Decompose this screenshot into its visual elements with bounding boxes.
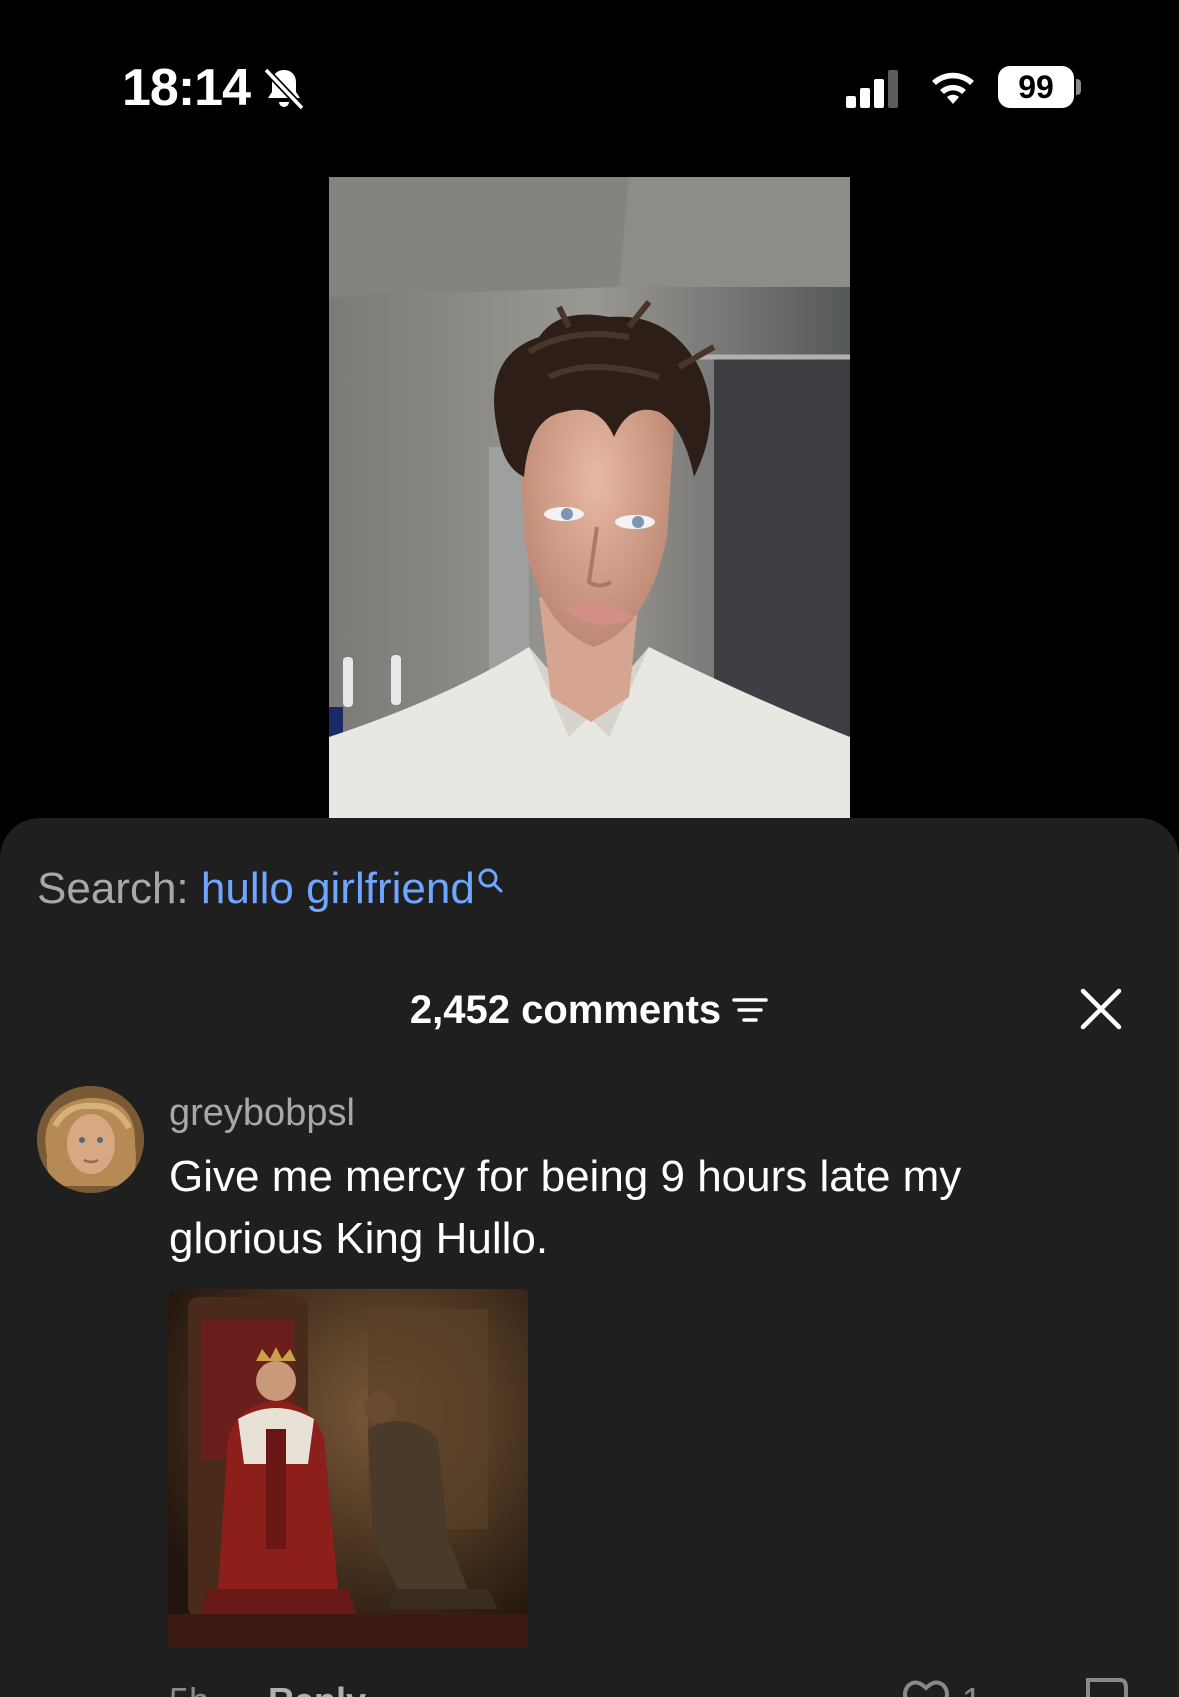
battery-level: 99 [998, 66, 1074, 108]
comments-header: 2,452 comments [0, 980, 1179, 1040]
sort-icon[interactable] [731, 994, 769, 1026]
comment-username[interactable]: greybobpsl [169, 1092, 355, 1135]
comment-age: 5h [169, 1680, 209, 1697]
search-icon [478, 868, 503, 893]
bell-off-icon [263, 67, 305, 111]
status-time: 18:14 [122, 59, 251, 117]
video-frame-illustration [329, 177, 850, 818]
signal-icon [846, 70, 898, 108]
battery-tip [1076, 79, 1081, 95]
comment-text: Give me mercy for being 9 hours late my … [169, 1152, 962, 1263]
comments-count: 2,452 comments [409, 987, 722, 1032]
search-suggestion[interactable]: Search: hullo girlfriend [37, 864, 505, 914]
screen: 18:14 99 Search: hullo girlfriend 2,452 … [0, 0, 1179, 1697]
avatar-illustration [37, 1086, 144, 1193]
heart-icon[interactable] [900, 1676, 952, 1697]
video-preview[interactable] [329, 177, 850, 818]
dislike-icon[interactable] [1080, 1676, 1132, 1697]
search-prefix: Search: [37, 864, 189, 913]
status-bar: 18:14 99 [0, 0, 1179, 160]
avatar[interactable] [37, 1086, 144, 1193]
comment-attached-image[interactable] [168, 1289, 528, 1648]
like-count: 1 [962, 1680, 982, 1697]
battery-icon: 99 [998, 66, 1081, 108]
search-term-link[interactable]: hullo girlfriend [201, 864, 475, 913]
comment-image-illustration [168, 1289, 528, 1648]
wifi-icon [932, 72, 974, 104]
close-icon[interactable] [1078, 986, 1124, 1032]
reply-button[interactable]: Reply [268, 1680, 366, 1697]
comments-sheet: Search: hullo girlfriend 2,452 comments [0, 818, 1179, 1697]
